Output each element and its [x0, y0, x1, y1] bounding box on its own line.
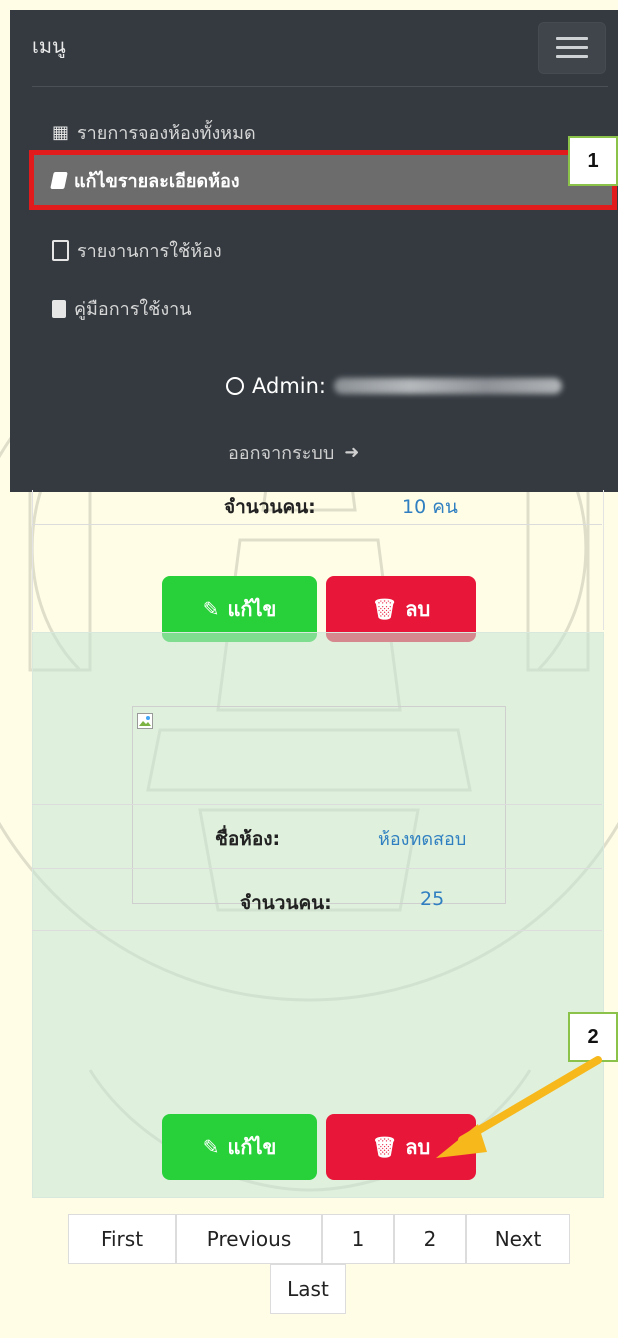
navbar: เมนู ▦ รายการจองห้องทั้งหมด แก้ไขรายละเอ… — [10, 10, 618, 254]
delete-label: ลบ — [405, 1135, 431, 1159]
user-circle-icon — [226, 377, 244, 395]
admin-name-redacted — [334, 378, 563, 394]
admin-label: Admin: — [252, 374, 327, 398]
room-count-value: 10 คน — [402, 496, 458, 518]
nav-item-manual[interactable]: คู่มือการใช้งาน — [52, 294, 192, 323]
nav-item-all-bookings[interactable]: ▦ รายการจองห้องทั้งหมด — [52, 118, 256, 147]
navbar-divider — [32, 86, 608, 87]
row-divider — [32, 804, 602, 805]
menu-icon-bar — [556, 46, 588, 49]
sign-out-icon: ➜ — [344, 442, 360, 463]
room-count-label: จำนวนคน: — [224, 496, 316, 518]
broken-image-icon — [137, 713, 153, 729]
file-text-icon — [52, 299, 66, 318]
nav-item-label: รายการจองห้องทั้งหมด — [77, 123, 256, 144]
edit-label: แก้ไข — [227, 597, 277, 621]
trash-icon: 🗑 — [371, 597, 398, 621]
edit-icon: ✎ — [202, 597, 220, 621]
pager-page-1[interactable]: 1 — [322, 1214, 394, 1264]
logout-label: ออกจากระบบ — [228, 443, 335, 464]
room-image — [132, 706, 506, 904]
nav-item-label: รายงานการใช้ห้อง — [77, 241, 222, 262]
logout-link[interactable]: ออกจากระบบ ➜ — [228, 438, 359, 467]
row-divider — [32, 524, 602, 525]
room-count-value: 25 — [420, 888, 445, 910]
book-icon — [50, 171, 68, 189]
room-name-value: ห้องทดสอบ — [378, 829, 467, 850]
menu-icon-bar — [556, 55, 588, 58]
file-icon — [52, 240, 69, 261]
edit-label: แก้ไข — [227, 1135, 277, 1159]
nav-item-room-report[interactable]: รายงานการใช้ห้อง — [52, 236, 222, 265]
table-icon: ▦ — [52, 122, 70, 143]
nav-item-label: คู่มือการใช้งาน — [74, 299, 192, 320]
navbar-toggle-button[interactable] — [538, 22, 606, 74]
room-count-label: จำนวนคน: — [240, 892, 332, 914]
menu-icon-bar — [556, 37, 588, 40]
callout-1: 1 — [568, 136, 618, 186]
pager-first[interactable]: First — [68, 1214, 176, 1264]
delete-label: ลบ — [405, 597, 431, 621]
pager-last[interactable]: Last — [270, 1264, 346, 1314]
edit-icon: ✎ — [202, 1135, 220, 1159]
pager-page-2[interactable]: 2 — [394, 1214, 466, 1264]
delete-button[interactable]: 🗑 ลบ — [326, 1114, 476, 1180]
edit-button[interactable]: ✎ แก้ไข — [162, 1114, 317, 1180]
room-card-1 — [32, 490, 604, 630]
nav-item-label: แก้ไขรายละเอียดห้อง — [74, 170, 240, 192]
row-divider — [32, 930, 602, 931]
pager-next[interactable]: Next — [466, 1214, 570, 1264]
nav-item-edit-room[interactable]: แก้ไขรายละเอียดห้อง — [29, 150, 617, 210]
callout-2: 2 — [568, 1012, 618, 1062]
admin-info: Admin: — [226, 374, 563, 398]
row-divider — [32, 868, 602, 869]
navbar-brand[interactable]: เมนู — [32, 30, 66, 62]
trash-icon: 🗑 — [371, 1135, 398, 1159]
room-name-label: ชื่อห้อง: — [215, 828, 281, 850]
pager-previous[interactable]: Previous — [176, 1214, 322, 1264]
